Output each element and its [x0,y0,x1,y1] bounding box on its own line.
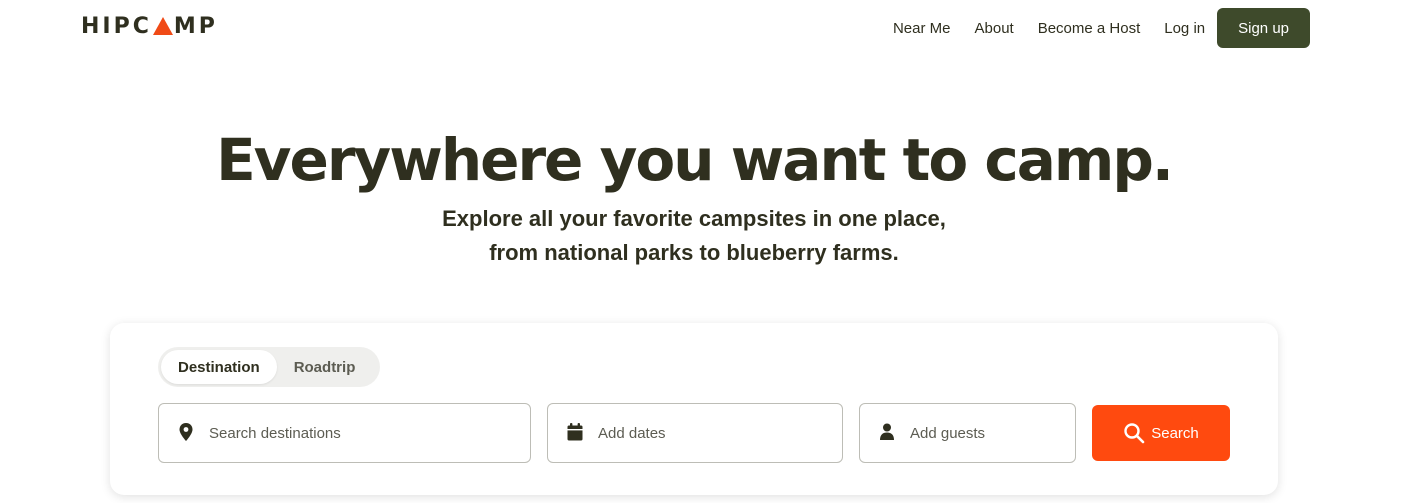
search-card: Destination Roadtrip Search destinations… [110,323,1278,495]
hipcamp-logo[interactable]: HIPC MP [81,14,218,39]
sign-up-button[interactable]: Sign up [1217,8,1310,48]
search-icon [1124,423,1145,444]
nav-log-in[interactable]: Log in [1164,20,1205,37]
add-guests-field[interactable]: Add guests [859,403,1076,463]
site-header: HIPC MP Near Me About Become a Host Log … [0,0,1408,56]
search-button-label: Search [1151,424,1199,442]
nav-become-a-host[interactable]: Become a Host [1038,20,1141,37]
search-mode-toggle: Destination Roadtrip [158,347,380,387]
add-dates-placeholder: Add dates [598,424,666,442]
nav-about[interactable]: About [975,20,1014,37]
person-icon [880,423,894,440]
search-button[interactable]: Search [1092,405,1230,461]
logo-text-left: HIPC [81,14,152,39]
logo-text-right: MP [173,14,218,39]
nav-near-me[interactable]: Near Me [893,20,951,37]
hero-subtitle: Explore all your favorite campsites in o… [0,202,1388,270]
top-nav: Near Me About Become a Host Log in Sign … [869,8,1310,48]
map-pin-icon [179,423,193,441]
hero-subtitle-line-1: Explore all your favorite campsites in o… [442,206,946,231]
add-guests-placeholder: Add guests [910,424,986,442]
add-dates-field[interactable]: Add dates [547,403,843,463]
search-destinations-placeholder: Search destinations [209,424,341,442]
calendar-icon [567,423,583,441]
tab-destination[interactable]: Destination [161,350,277,384]
search-destinations-field[interactable]: Search destinations [158,403,531,463]
tent-icon [152,16,173,35]
tab-roadtrip[interactable]: Roadtrip [277,350,373,384]
hero-title: Everywhere you want to camp. [216,126,1174,194]
hero-subtitle-line-2: from national parks to blueberry farms. [489,240,899,265]
